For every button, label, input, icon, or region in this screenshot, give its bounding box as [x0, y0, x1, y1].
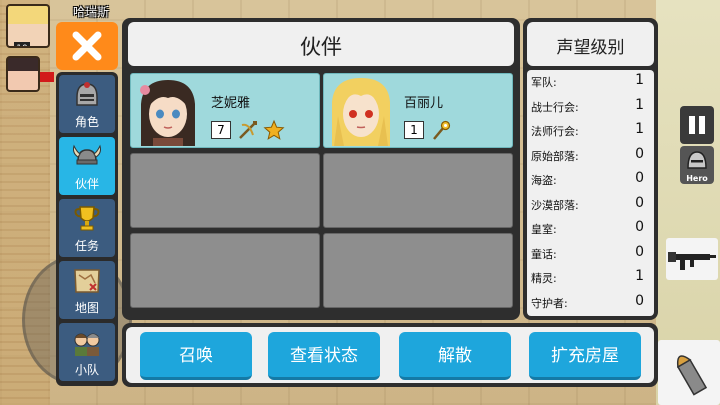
reputation-value: 0: [635, 219, 644, 235]
summon-button[interactable]: 召唤: [140, 332, 252, 380]
viking-helmet-icon: [73, 144, 101, 165]
reputation-faction: 童话:: [531, 247, 557, 261]
reputation-row: 精灵: 1: [527, 266, 654, 290]
reputation-row: 法师行会: 1: [527, 119, 654, 143]
menu-item-companions[interactable]: 伙伴: [59, 137, 115, 195]
companions-panel: 伙伴 芝妮雅 7 百丽儿 1: [122, 18, 520, 320]
party-leader-portrait[interactable]: 10: [6, 4, 50, 48]
pause-button[interactable]: [680, 106, 714, 144]
rifle-icon: [668, 252, 716, 270]
reputation-list: 军队: 1 战士行会: 1 法师行会: 1 原始部落: 0 海盗: 0 沙漠部落…: [527, 70, 654, 316]
reputation-value: 1: [635, 268, 644, 284]
reputation-faction: 海盗:: [531, 174, 557, 187]
reputation-value: 1: [635, 96, 644, 113]
companion-level: 7: [211, 121, 231, 139]
reputation-value: 0: [635, 243, 644, 260]
companions-title-bar: 伙伴: [128, 22, 514, 66]
bullet-icon: [676, 355, 708, 396]
weapon-slot[interactable]: [666, 238, 718, 280]
trophy-icon: [74, 206, 100, 231]
reputation-value: 0: [635, 145, 644, 162]
reputation-value: 0: [635, 194, 644, 211]
menu-label-quests: 任务: [74, 239, 99, 253]
menu-item-squad[interactable]: 小队: [59, 323, 115, 381]
reputation-row: 海盗: 0: [527, 168, 654, 192]
hero-helmet-icon: [687, 151, 707, 169]
reputation-faction: 皇室:: [531, 223, 557, 236]
menu-item-map[interactable]: 地图: [59, 261, 115, 319]
reputation-row: 皇室: 0: [527, 217, 654, 241]
action-bar-inner: 召唤 查看状态 解散 扩充房屋: [126, 327, 654, 383]
reputation-faction: 原始部落:: [531, 149, 579, 163]
companion-name: 百丽儿: [404, 96, 444, 111]
party-leader-level: 10: [14, 42, 30, 46]
close-icon: [72, 31, 102, 61]
reputation-faction: 精灵:: [531, 272, 557, 285]
reputation-faction: 守护者:: [531, 296, 568, 310]
squad-icon: [74, 333, 100, 356]
reputation-faction: 法师行会:: [531, 125, 579, 138]
menu-item-quests[interactable]: 任务: [59, 199, 115, 257]
close-button[interactable]: [56, 22, 118, 70]
reputation-value: 1: [635, 121, 644, 137]
crossbow-icon: [239, 121, 257, 139]
reputation-header: 声望级别: [527, 22, 654, 66]
companion-slot-empty[interactable]: [323, 153, 513, 228]
star-icon: [263, 119, 285, 140]
reputation-row: 沙漠部落: 0: [527, 193, 654, 217]
map-icon: [74, 269, 100, 293]
reputation-row: 原始部落: 0: [527, 144, 654, 168]
reputation-value: 0: [635, 292, 644, 309]
companion-slot-2[interactable]: 百丽儿 1: [323, 73, 513, 148]
hero-label: Hero: [686, 174, 708, 183]
reputation-value: 1: [635, 72, 644, 88]
reputation-row: 军队: 1: [527, 70, 654, 94]
health-indicator: [40, 72, 54, 82]
menu-label-character: 角色: [74, 115, 99, 129]
companion-portrait-bailier: [326, 76, 396, 146]
party-member-portrait[interactable]: [6, 56, 40, 92]
menu-item-character[interactable]: 角色: [59, 75, 115, 133]
reputation-row: 童话: 0: [527, 242, 654, 266]
menu-label-companions: 伙伴: [74, 177, 99, 191]
reputation-value: 0: [635, 170, 644, 186]
reputation-row: 守护者: 0: [527, 291, 654, 315]
dismiss-button[interactable]: 解散: [399, 332, 511, 380]
hero-button[interactable]: Hero: [680, 146, 714, 184]
menu-label-map: 地图: [74, 301, 99, 315]
menu-label-squad: 小队: [74, 363, 99, 377]
companion-slot-empty[interactable]: [130, 233, 320, 308]
reputation-row: 战士行会: 1: [527, 95, 654, 119]
helmet-icon: [76, 82, 98, 106]
companion-portrait-zhiniya: [133, 76, 203, 146]
reputation-faction: 军队:: [531, 76, 557, 89]
expand-house-button[interactable]: 扩充房屋: [529, 332, 641, 380]
reputation-title: 声望级别: [556, 38, 625, 58]
page-title: 伙伴: [300, 35, 342, 59]
companion-slot-empty[interactable]: [323, 233, 513, 308]
party-leader-name: 哈瑞斯: [72, 5, 109, 19]
companion-slot-empty[interactable]: [130, 153, 320, 228]
reputation-panel: 声望级别 军队: 1 战士行会: 1 法师行会: 1 原始部落: 0 海盗: 0…: [523, 18, 658, 320]
companion-name: 芝妮雅: [211, 96, 251, 111]
ammo-slot[interactable]: [658, 340, 720, 405]
reputation-faction: 沙漠部落:: [531, 198, 579, 212]
view-status-button[interactable]: 查看状态: [268, 332, 380, 380]
companion-level: 1: [404, 121, 424, 139]
side-menu: 角色 伙伴 任务 地图 小队: [56, 72, 118, 386]
reputation-faction: 战士行会:: [531, 100, 579, 114]
action-bar: 召唤 查看状态 解散 扩充房屋: [122, 323, 658, 387]
staff-icon: [433, 120, 451, 140]
companion-slot-1[interactable]: 芝妮雅 7: [130, 73, 320, 148]
